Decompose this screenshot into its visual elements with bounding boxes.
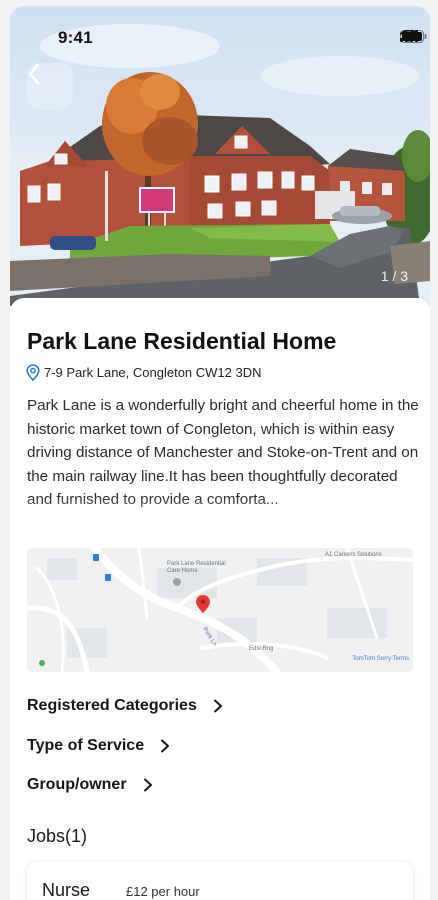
status-bar: 9:41 bbox=[10, 6, 430, 64]
map-corner-label: A1 Careers Solutions bbox=[325, 552, 382, 558]
chevron-right-icon bbox=[143, 778, 152, 792]
job-card[interactable]: Nurse £12 per hour bbox=[27, 862, 413, 900]
link-label: Type of Service bbox=[27, 737, 145, 754]
address-text: 7-9 Park Lane, Congleton CW12 3DN bbox=[44, 365, 262, 380]
job-pay: £12 per hour bbox=[126, 884, 200, 899]
job-title: Nurse bbox=[42, 880, 91, 900]
description-fade bbox=[10, 496, 430, 536]
location-pin-icon bbox=[26, 364, 40, 381]
map-pin-icon[interactable] bbox=[196, 595, 210, 613]
map-road-label: Edsl Rng bbox=[249, 646, 274, 652]
hero-photo[interactable]: 9:41 1 / 3 bbox=[10, 6, 430, 306]
battery-icon bbox=[400, 30, 427, 43]
back-button[interactable] bbox=[27, 63, 73, 109]
location-map[interactable]: Park Lane Residential Care Home Park Ln … bbox=[27, 548, 413, 672]
registered-categories-link[interactable]: Registered Categories bbox=[27, 697, 223, 715]
chevron-left-icon bbox=[28, 63, 40, 85]
address-row[interactable]: 7-9 Park Lane, Congleton CW12 3DN bbox=[26, 364, 262, 381]
status-time: 9:41 bbox=[58, 28, 93, 47]
jobs-heading: Jobs(1) bbox=[27, 826, 88, 846]
photo-counter: 1 / 3 bbox=[380, 268, 408, 284]
chevron-right-icon bbox=[213, 699, 222, 713]
app-screen: 9:41 1 / 3 Park Lane Residential Home 7-… bbox=[10, 6, 430, 900]
type-of-service-link[interactable]: Type of Service bbox=[27, 737, 170, 755]
chevron-right-icon bbox=[161, 739, 170, 753]
group-owner-link[interactable]: Group/owner bbox=[27, 776, 153, 794]
link-label: Group/owner bbox=[27, 776, 127, 793]
link-label: Registered Categories bbox=[27, 697, 197, 714]
page-title: Park Lane Residential Home bbox=[27, 328, 337, 354]
map-attribution[interactable]: TomTom Sorry Terms bbox=[349, 656, 409, 663]
details-sheet: Park Lane Residential Home 7-9 Park Lane… bbox=[10, 298, 430, 900]
map-place-label: Park Lane Residential Care Home bbox=[167, 561, 226, 574]
